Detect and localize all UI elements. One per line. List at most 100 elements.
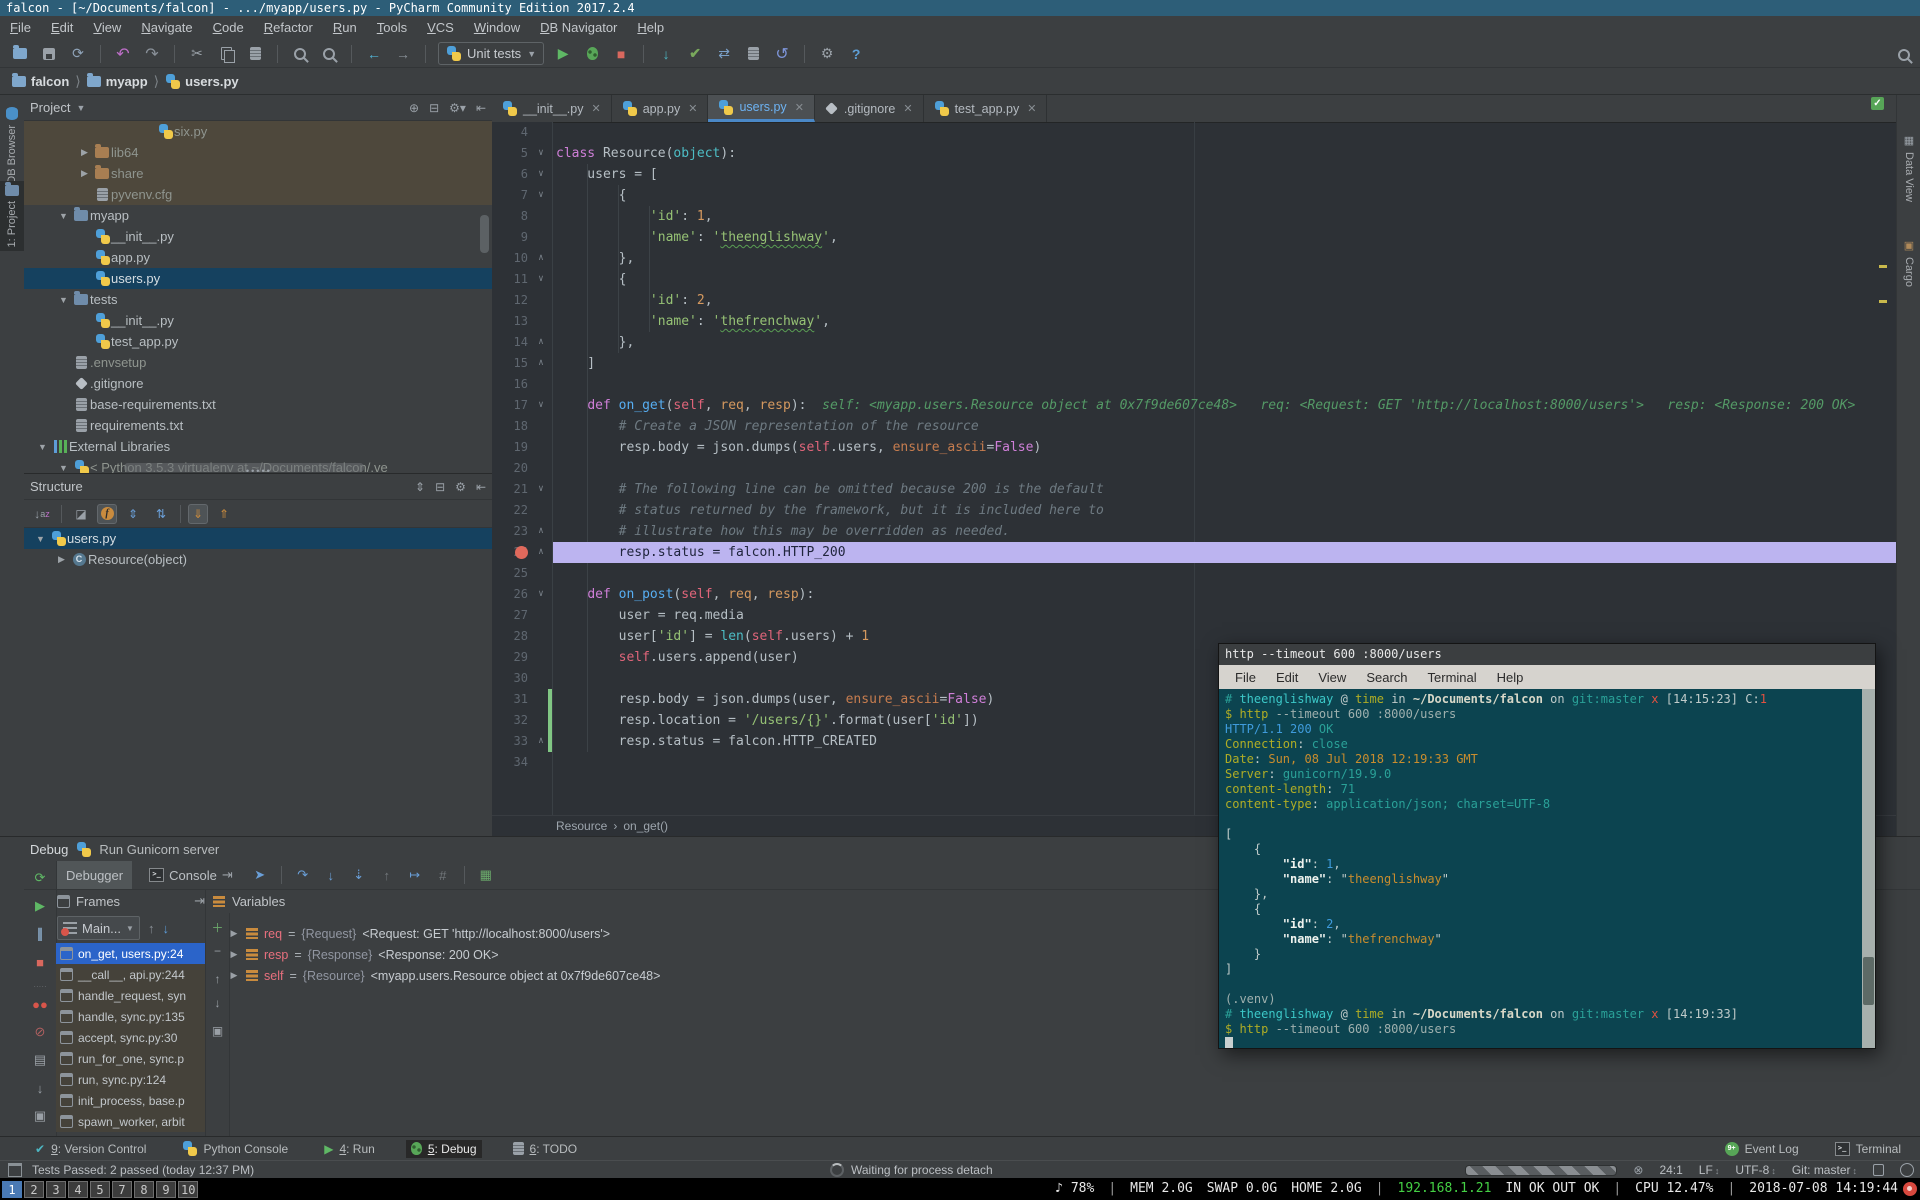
restore-layout-button[interactable]: ▤: [24, 1049, 56, 1071]
undo-button[interactable]: ↶: [113, 44, 133, 64]
fold-marker-icon[interactable]: ∨: [534, 143, 548, 164]
show-execution-point-button[interactable]: ➤: [250, 867, 270, 883]
frame-down-button[interactable]: ↓: [162, 921, 169, 936]
menu-run[interactable]: Run: [323, 16, 367, 39]
tree-arrow-icon[interactable]: ▼: [55, 463, 72, 473]
run-configuration-select[interactable]: Unit tests ▼: [438, 42, 544, 65]
editor-tab-users.py[interactable]: users.py✕: [708, 95, 814, 122]
tree-arrow-icon[interactable]: ▼: [55, 211, 72, 221]
code-line-25[interactable]: [553, 563, 1896, 584]
menu-db-navigator[interactable]: DB Navigator: [530, 16, 627, 39]
gutter-line-20[interactable]: 20: [492, 458, 552, 479]
tree-item-.gitignore[interactable]: .gitignore: [24, 373, 492, 394]
stop-button[interactable]: ■: [611, 44, 631, 64]
step-into-button[interactable]: ↓: [321, 868, 341, 883]
gear-icon[interactable]: ⚙: [455, 480, 466, 494]
tree-item-test_app.py[interactable]: test_app.py: [24, 331, 492, 352]
code-line-26[interactable]: def on_post(self, req, resp):: [553, 584, 1896, 605]
terminal-menu-file[interactable]: File: [1225, 670, 1266, 685]
gutter-line-9[interactable]: 9: [492, 227, 552, 248]
gutter-line-24[interactable]: 24∧: [492, 542, 552, 563]
scrollbar-thumb[interactable]: [1863, 957, 1874, 1005]
gutter-line-33[interactable]: 33∧: [492, 731, 552, 752]
code-line-6[interactable]: users = [: [553, 164, 1896, 185]
toolwindow-toggle-icon[interactable]: [8, 1163, 22, 1177]
toolwindow-6-todo[interactable]: 6: TODO: [508, 1140, 583, 1158]
workspace-7[interactable]: 7: [112, 1181, 132, 1198]
code-line-7[interactable]: {: [553, 185, 1896, 206]
tree-item-.envsetup[interactable]: .envsetup: [24, 352, 492, 373]
editor-tab-test_app.py[interactable]: test_app.py✕: [924, 95, 1048, 122]
settings-button[interactable]: ⚙: [817, 44, 837, 64]
sync-button[interactable]: ⟳: [68, 44, 88, 64]
fold-marker-icon[interactable]: ∧: [534, 521, 548, 542]
pause-button[interactable]: ∥: [24, 923, 56, 945]
expand-icon[interactable]: ▶: [228, 970, 240, 981]
gutter-line-16[interactable]: 16: [492, 374, 552, 395]
gutter-line-31[interactable]: 31: [492, 689, 552, 710]
show-inherited-button[interactable]: f: [97, 504, 117, 524]
replace-button[interactable]: [319, 44, 339, 64]
workspace-4[interactable]: 4: [68, 1181, 88, 1198]
step-out-button[interactable]: ↑: [377, 868, 397, 883]
vcs-rollback-button[interactable]: ↺: [772, 44, 792, 64]
gutter-line-21[interactable]: 21∨: [492, 479, 552, 500]
find-button[interactable]: [290, 44, 310, 64]
gutter-line-34[interactable]: 34: [492, 752, 552, 773]
menu-edit[interactable]: Edit: [41, 16, 83, 39]
project-hscrollbar[interactable]: [124, 463, 364, 472]
tool-strip-1-project[interactable]: 1: Project: [0, 181, 24, 251]
editor-gutter[interactable]: 45∨6∨7∨8910∧11∨121314∧15∧1617∨18192021∨2…: [492, 122, 553, 815]
move-down-button[interactable]: ↓: [206, 993, 229, 1013]
save-button[interactable]: [39, 44, 59, 64]
vcs-commit-button[interactable]: ✔: [685, 44, 705, 64]
open-button[interactable]: [10, 44, 30, 64]
tree-arrow-icon[interactable]: ▶: [53, 554, 70, 565]
autoscroll-to-source-button[interactable]: ⇓: [188, 504, 208, 524]
splitter-handle[interactable]: •••••: [246, 466, 272, 473]
collapse-all-button[interactable]: ⊟: [435, 480, 445, 494]
tree-item-base-requirements.txt[interactable]: base-requirements.txt: [24, 394, 492, 415]
menu-code[interactable]: Code: [203, 16, 254, 39]
tab-debugger[interactable]: Debugger: [57, 861, 132, 889]
encoding-widget[interactable]: UTF-8↕: [1735, 1163, 1776, 1177]
fold-marker-icon[interactable]: ∧: [534, 542, 548, 563]
show-fields-button[interactable]: ◪: [69, 504, 93, 524]
git-branch-widget[interactable]: Git: master↕: [1792, 1163, 1857, 1177]
tree-arrow-icon[interactable]: ▼: [34, 442, 51, 452]
chevron-down-icon[interactable]: ▼: [76, 103, 85, 113]
notification-icon[interactable]: [1903, 1182, 1917, 1196]
menu-window[interactable]: Window: [464, 16, 530, 39]
terminal-menu-view[interactable]: View: [1308, 670, 1356, 685]
debug-button[interactable]: [582, 44, 602, 64]
step-into-my-code-button[interactable]: ⇣: [349, 867, 369, 883]
scroll-to-frame-button[interactable]: ↓: [24, 1077, 56, 1099]
tree-item-lib64[interactable]: ▶lib64: [24, 142, 492, 163]
expand-icon[interactable]: ▶: [228, 928, 240, 939]
view-breakpoints-button[interactable]: ●●: [24, 993, 56, 1015]
lock-icon[interactable]: [1873, 1164, 1884, 1176]
tree-item-tests[interactable]: ▼tests: [24, 289, 492, 310]
gutter-line-27[interactable]: 27: [492, 605, 552, 626]
frame-row[interactable]: init_process, base.p: [56, 1090, 205, 1111]
toolwindow-9-version-control[interactable]: ✔9: Version Control: [30, 1140, 151, 1158]
frame-row[interactable]: handle_request, syn: [56, 985, 205, 1006]
fold-marker-icon[interactable]: ∨: [534, 269, 548, 290]
breadcrumb-item[interactable]: falcon: [12, 74, 69, 89]
toolwindow-python-console[interactable]: Python Console: [177, 1139, 293, 1158]
code-line-8[interactable]: 'id': 1,: [553, 206, 1896, 227]
fold-marker-icon[interactable]: ∧: [534, 248, 548, 269]
menu-vcs[interactable]: VCS: [417, 16, 464, 39]
tool-strip-db-browser[interactable]: DB Browser: [0, 103, 24, 188]
menu-navigate[interactable]: Navigate: [131, 16, 202, 39]
editor-tab-app.py[interactable]: app.py✕: [612, 95, 709, 122]
code-line-23[interactable]: # illustrate how this may be overridden …: [553, 521, 1896, 542]
close-icon[interactable]: ✕: [1027, 102, 1036, 115]
terminal-menu-search[interactable]: Search: [1356, 670, 1417, 685]
code-line-24[interactable]: resp.status = falcon.HTTP_200: [553, 542, 1896, 563]
frame-row[interactable]: run_for_one, sync.p: [56, 1048, 205, 1069]
gutter-line-11[interactable]: 11∨: [492, 269, 552, 290]
workspace-2[interactable]: 2: [24, 1181, 44, 1198]
gutter-line-18[interactable]: 18: [492, 416, 552, 437]
copy-button[interactable]: [216, 44, 236, 64]
